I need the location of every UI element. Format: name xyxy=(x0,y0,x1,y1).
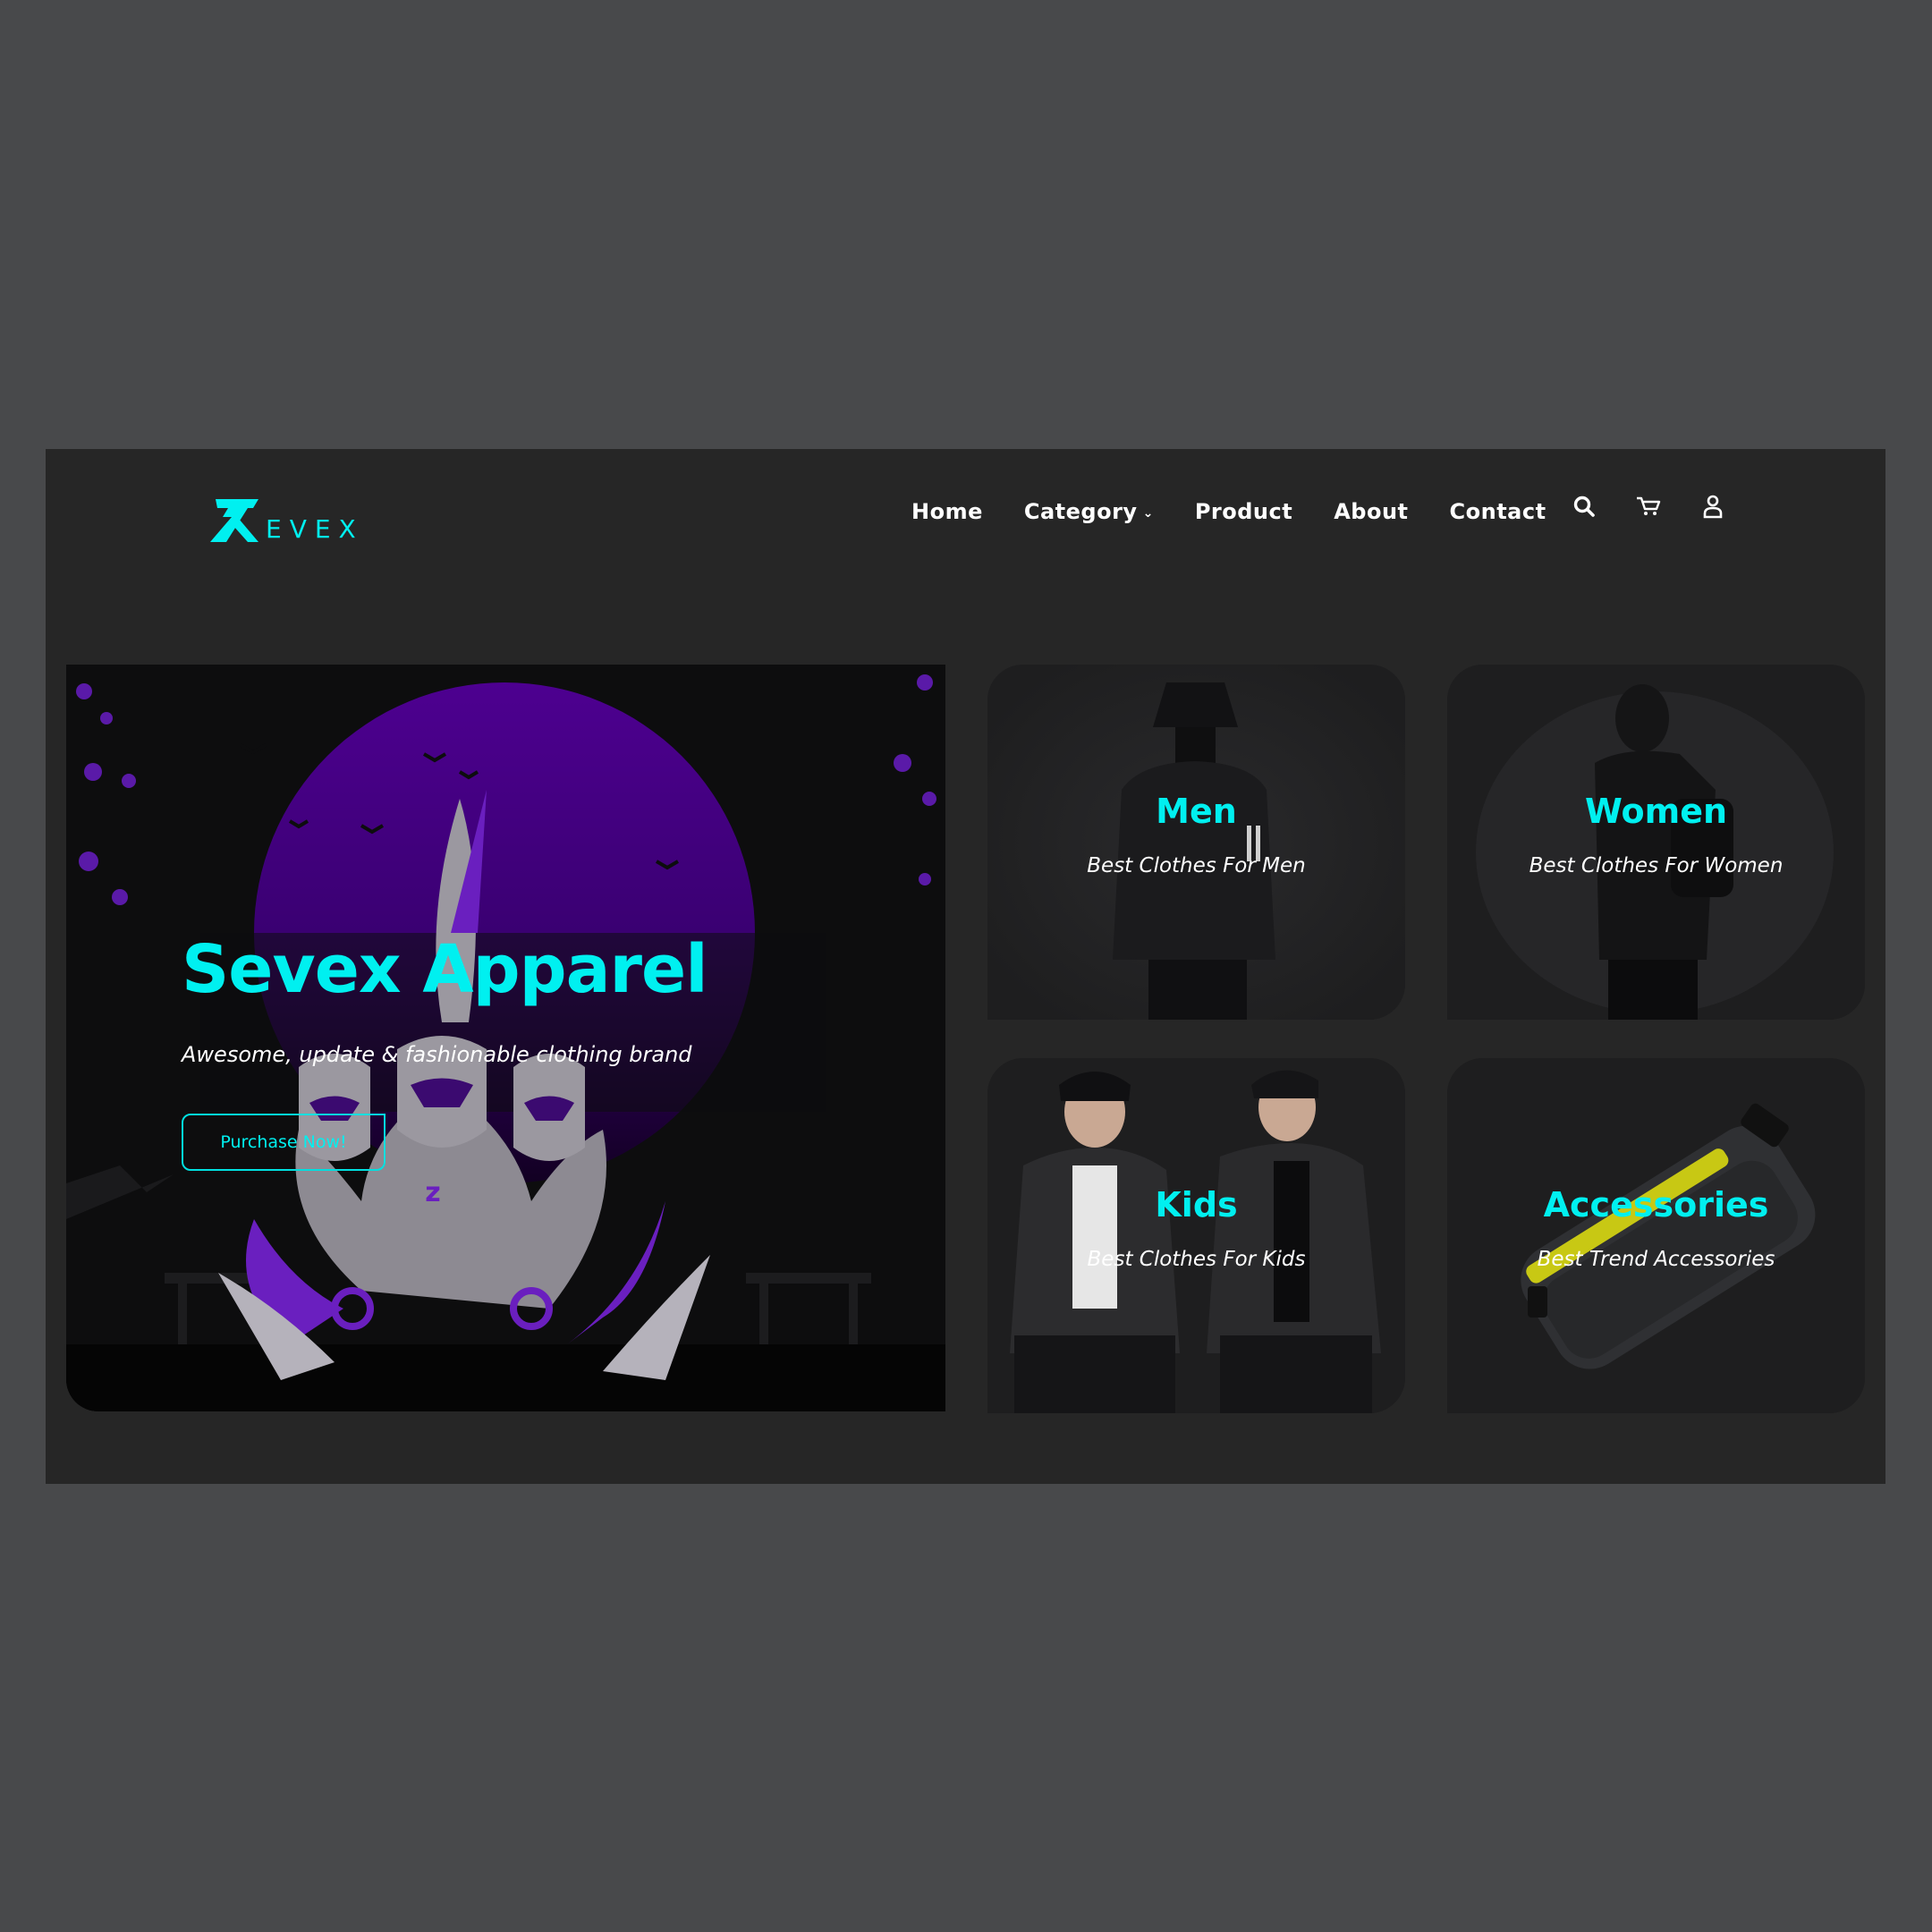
card-title: Kids xyxy=(1155,1185,1238,1224)
men-jacket-photo xyxy=(987,665,1405,1020)
page-frame: EVEX Home Category ⌄ Product About Contac… xyxy=(46,449,1885,1484)
card-subtitle: Best Trend Accessories xyxy=(1537,1248,1775,1271)
user-icon[interactable] xyxy=(1699,492,1727,521)
logo-text: EVEX xyxy=(266,513,364,544)
logo-mark-icon xyxy=(210,499,258,542)
svg-text:z: z xyxy=(425,1177,440,1208)
card-subtitle: Best Clothes For Men xyxy=(1087,854,1306,877)
women-jacket-photo xyxy=(1447,665,1865,1020)
card-subtitle: Best Clothes For Women xyxy=(1529,854,1784,877)
nav-about[interactable]: About xyxy=(1334,499,1408,524)
hero-title: Sevex Apparel xyxy=(182,931,708,1008)
fox-mask-illustration: z xyxy=(66,665,945,1411)
category-card-men[interactable]: Men Best Clothes For Men xyxy=(987,665,1405,1020)
chevron-down-icon: ⌄ xyxy=(1142,506,1154,521)
brand-logo[interactable]: EVEX xyxy=(208,494,423,547)
card-title: Women xyxy=(1584,792,1728,831)
nav-category[interactable]: Category ⌄ xyxy=(1024,499,1154,524)
hero-subtitle: Awesome, update & fashionable clothing b… xyxy=(182,1042,692,1067)
main-nav: Home Category ⌄ Product About Contact xyxy=(911,499,1588,524)
nav-contact[interactable]: Contact xyxy=(1450,499,1546,524)
card-subtitle: Best Clothes For Kids xyxy=(1087,1248,1306,1271)
nav-category-label: Category xyxy=(1023,499,1138,524)
nav-product[interactable]: Product xyxy=(1195,499,1292,524)
card-title: Accessories xyxy=(1543,1185,1769,1224)
hero-banner: z Sevex Apparel Awesome, update & fashio… xyxy=(66,665,945,1411)
category-card-accessories[interactable]: Accessories Best Trend Accessories xyxy=(1447,1058,1865,1413)
header-icons xyxy=(1570,492,1727,521)
sling-bag-photo xyxy=(1447,1058,1865,1413)
kids-outfit-photo xyxy=(987,1058,1405,1413)
purchase-now-button[interactable]: Purchase Now! xyxy=(182,1114,386,1171)
search-icon[interactable] xyxy=(1570,492,1598,521)
cart-icon[interactable] xyxy=(1634,492,1663,521)
category-card-women[interactable]: Women Best Clothes For Women xyxy=(1447,665,1865,1020)
card-title: Men xyxy=(1156,792,1237,831)
nav-home[interactable]: Home xyxy=(911,499,983,524)
category-card-kids[interactable]: Kids Best Clothes For Kids xyxy=(987,1058,1405,1413)
